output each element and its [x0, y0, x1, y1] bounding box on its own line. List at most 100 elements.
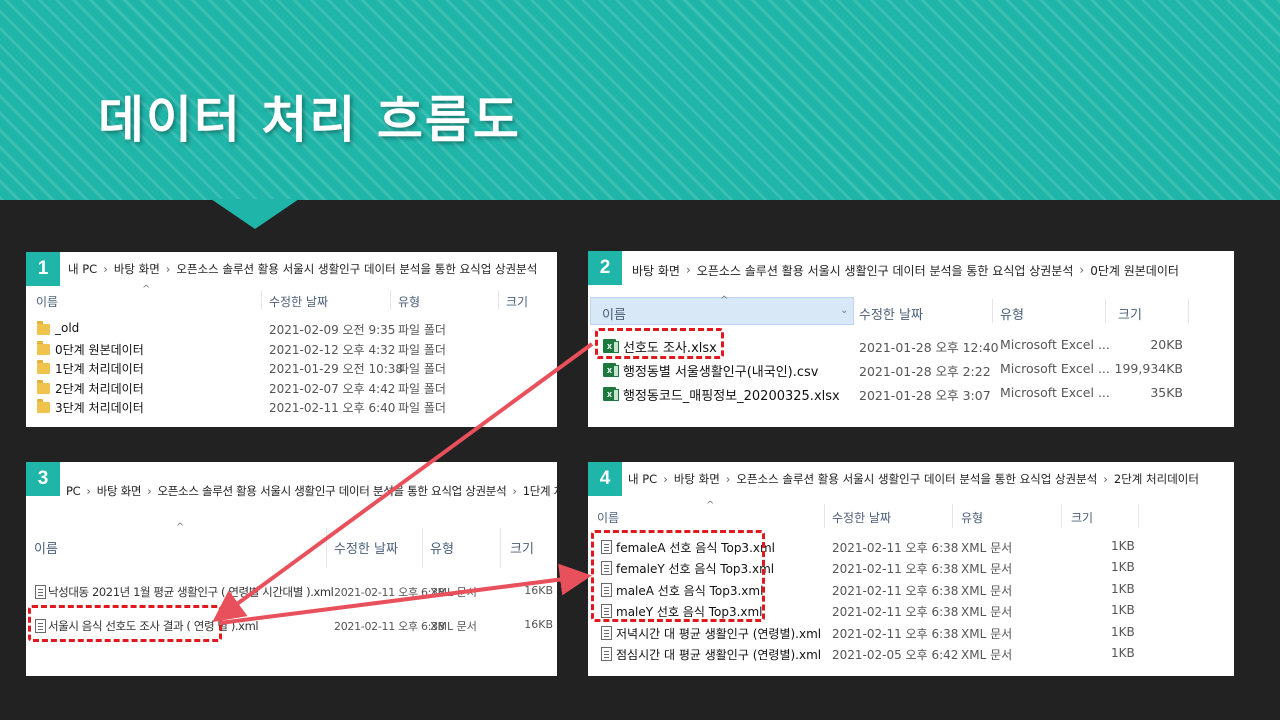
file-size: 199,934KB: [1114, 361, 1183, 376]
breadcrumb-item[interactable]: 바탕 화면: [674, 471, 720, 487]
file-type: 파일 폴더: [398, 401, 446, 415]
column-header-size[interactable]: 크기: [506, 293, 528, 310]
breadcrumb-item[interactable]: 바탕 화면: [114, 261, 160, 277]
file-name: 낙성대동 2021년 1월 평균 생활인구 ( 연령별 시간대별 ).xml: [48, 585, 334, 599]
column-divider[interactable]: [1061, 504, 1062, 528]
list-item[interactable]: x 행정동별 서울생활인구(내국인).csv 2021-01-28 오후 2:2…: [588, 359, 1234, 381]
column-divider[interactable]: [1138, 504, 1139, 528]
column-divider[interactable]: [824, 504, 825, 528]
explorer-panel-1: 1 내 PC › 바탕 화면 › 오픈소스 솔루션 활용 서울시 생활인구 데이…: [26, 252, 557, 427]
file-type: 파일 폴더: [398, 323, 446, 337]
file-date: 2021-02-05 오후 6:42: [832, 648, 959, 662]
file-type: Microsoft Excel ...: [1000, 337, 1110, 352]
step-badge-2: 2: [588, 251, 622, 285]
breadcrumb-item[interactable]: 오픈소스 솔루션 활용 서울시 생활인구 데이터 분석을 통한 요식업 상권분석: [736, 471, 1097, 487]
column-divider[interactable]: [992, 299, 993, 323]
list-item[interactable]: 3단계 처리데이터 2021-02-11 오후 6:40 파일 폴더: [26, 398, 557, 418]
chevron-down-icon[interactable]: ⌄: [840, 305, 848, 316]
file-size: 16KB: [524, 618, 553, 631]
column-divider[interactable]: [326, 528, 327, 568]
excel-file-icon: x: [603, 363, 619, 377]
chevron-right-icon: ›: [165, 262, 171, 276]
breadcrumb: 바탕 화면 › 오픈소스 솔루션 활용 서울시 생활인구 데이터 분석을 통한 …: [632, 253, 1179, 287]
column-header-name[interactable]: 이름: [34, 538, 58, 557]
file-type: XML 문서: [961, 584, 1013, 598]
list-item[interactable]: x 행정동코드_매핑정보_20200325.xlsx 2021-01-28 오후…: [588, 383, 1234, 405]
highlight-output-files: [591, 530, 765, 622]
column-divider[interactable]: [422, 528, 423, 568]
file-type: Microsoft Excel ...: [1000, 385, 1110, 400]
list-item[interactable]: 0단계 원본데이터 2021-02-12 오후 4:32 파일 폴더: [26, 340, 557, 360]
chevron-right-icon: ›: [147, 484, 152, 498]
file-date: 2021-02-11 오후 6:38: [832, 584, 959, 598]
list-item[interactable]: 2단계 처리데이터 2021-02-07 오후 4:42 파일 폴더: [26, 379, 557, 399]
column-divider[interactable]: [1105, 299, 1106, 323]
breadcrumb-item[interactable]: 바탕 화면: [632, 262, 680, 279]
file-type: 파일 폴더: [398, 362, 446, 376]
column-header-size[interactable]: 크기: [1118, 304, 1142, 323]
column-header-type[interactable]: 유형: [961, 509, 983, 526]
breadcrumb-item[interactable]: 오픈소스 솔루션 활용 서울시 생활인구 데이터 분석을 통한 요식업 상권분석: [697, 262, 1074, 279]
folder-icon: [37, 321, 50, 335]
column-divider[interactable]: [1188, 299, 1189, 323]
column-header-name[interactable]: 이름: [36, 293, 58, 310]
chevron-right-icon: ›: [86, 484, 91, 498]
breadcrumb-item[interactable]: 내 PC: [628, 471, 657, 487]
list-item[interactable]: 저녁시간 대 평균 생활인구 (연령별).xml 2021-02-11 오후 6…: [588, 623, 1234, 644]
column-header-type[interactable]: 유형: [430, 538, 454, 557]
column-divider[interactable]: [261, 290, 262, 310]
file-type: 파일 폴더: [398, 343, 446, 357]
column-header-date[interactable]: 수정한 날짜: [269, 293, 328, 310]
file-type: XML 문서: [961, 648, 1013, 662]
list-item[interactable]: 1단계 처리데이터 2021-01-29 오전 10:38 파일 폴더: [26, 359, 557, 379]
file-size: 1KB: [1111, 539, 1135, 553]
file-size: 1KB: [1111, 560, 1135, 574]
column-divider[interactable]: [952, 504, 953, 528]
file-date: 2021-02-11 오후 6:38: [832, 605, 959, 619]
breadcrumb-item[interactable]: 오픈소스 솔루션 활용 서울시 생활인구 데이터 분석을 통한 요식업 상권분석: [157, 483, 506, 499]
file-size: 1KB: [1111, 646, 1135, 660]
file-type: XML 문서: [430, 586, 477, 599]
file-name: 저녁시간 대 평균 생활인구 (연령별).xml: [616, 627, 822, 641]
sort-caret-icon: ^: [176, 522, 185, 533]
chevron-right-icon: ›: [103, 262, 108, 276]
column-header-name[interactable]: 이름: [597, 509, 619, 526]
file-type: 파일 폴더: [398, 382, 446, 396]
column-header-name[interactable]: 이름: [602, 304, 626, 323]
breadcrumb-item[interactable]: 내 PC: [68, 261, 97, 277]
sort-caret-icon: ^: [142, 284, 151, 295]
column-header-date[interactable]: 수정한 날짜: [334, 538, 398, 557]
breadcrumb-item[interactable]: 오픈소스 솔루션 활용 서울시 생활인구 데이터 분석을 통한 요식업 상권분석: [176, 261, 537, 277]
file-size: 1KB: [1111, 603, 1135, 617]
folder-icon: [37, 380, 50, 394]
column-header-type[interactable]: 유형: [398, 293, 420, 310]
breadcrumb-item[interactable]: 바탕 화면: [97, 483, 142, 499]
column-divider[interactable]: [498, 290, 499, 310]
column-divider[interactable]: [500, 528, 501, 568]
list-item[interactable]: 점심시간 대 평균 생활인구 (연령별).xml 2021-02-05 오후 6…: [588, 644, 1234, 665]
column-header-size[interactable]: 크기: [1071, 509, 1093, 526]
step-badge-1: 1: [26, 252, 60, 286]
list-item[interactable]: 낙성대동 2021년 1월 평균 생활인구 ( 연령별 시간대별 ).xml 2…: [26, 580, 557, 604]
xml-file-icon: [35, 585, 46, 599]
file-date: 2021-02-11 오후 6:38: [334, 620, 445, 633]
column-header-size[interactable]: 크기: [510, 538, 534, 557]
list-item[interactable]: _old 2021-02-09 오전 9:35 파일 폴더: [26, 320, 557, 340]
breadcrumb-item[interactable]: PC: [66, 484, 81, 498]
highlight-selected-file: [595, 328, 724, 359]
column-header-date[interactable]: 수정한 날짜: [859, 304, 923, 323]
column-header-date[interactable]: 수정한 날짜: [832, 509, 891, 526]
breadcrumb-item[interactable]: 2단계 처리데이터: [1114, 471, 1199, 487]
chevron-right-icon: ›: [663, 472, 668, 486]
slide-title: 데이터 처리 흐름도: [98, 91, 521, 149]
file-type: XML 문서: [430, 620, 477, 633]
breadcrumb: 내 PC › 바탕 화면 › 오픈소스 솔루션 활용 서울시 생활인구 데이터 …: [628, 462, 1199, 496]
breadcrumb-item[interactable]: 1단계 처리데이터: [523, 483, 557, 499]
column-divider[interactable]: [390, 290, 391, 310]
banner-notch: [211, 199, 299, 229]
file-date: 2021-02-12 오후 4:32: [269, 343, 396, 357]
column-header-type[interactable]: 유형: [1000, 304, 1024, 323]
breadcrumb-item[interactable]: 0단계 원본데이터: [1090, 262, 1179, 279]
file-type: Microsoft Excel ...: [1000, 361, 1110, 376]
file-date: 2021-01-29 오전 10:38: [269, 362, 404, 376]
